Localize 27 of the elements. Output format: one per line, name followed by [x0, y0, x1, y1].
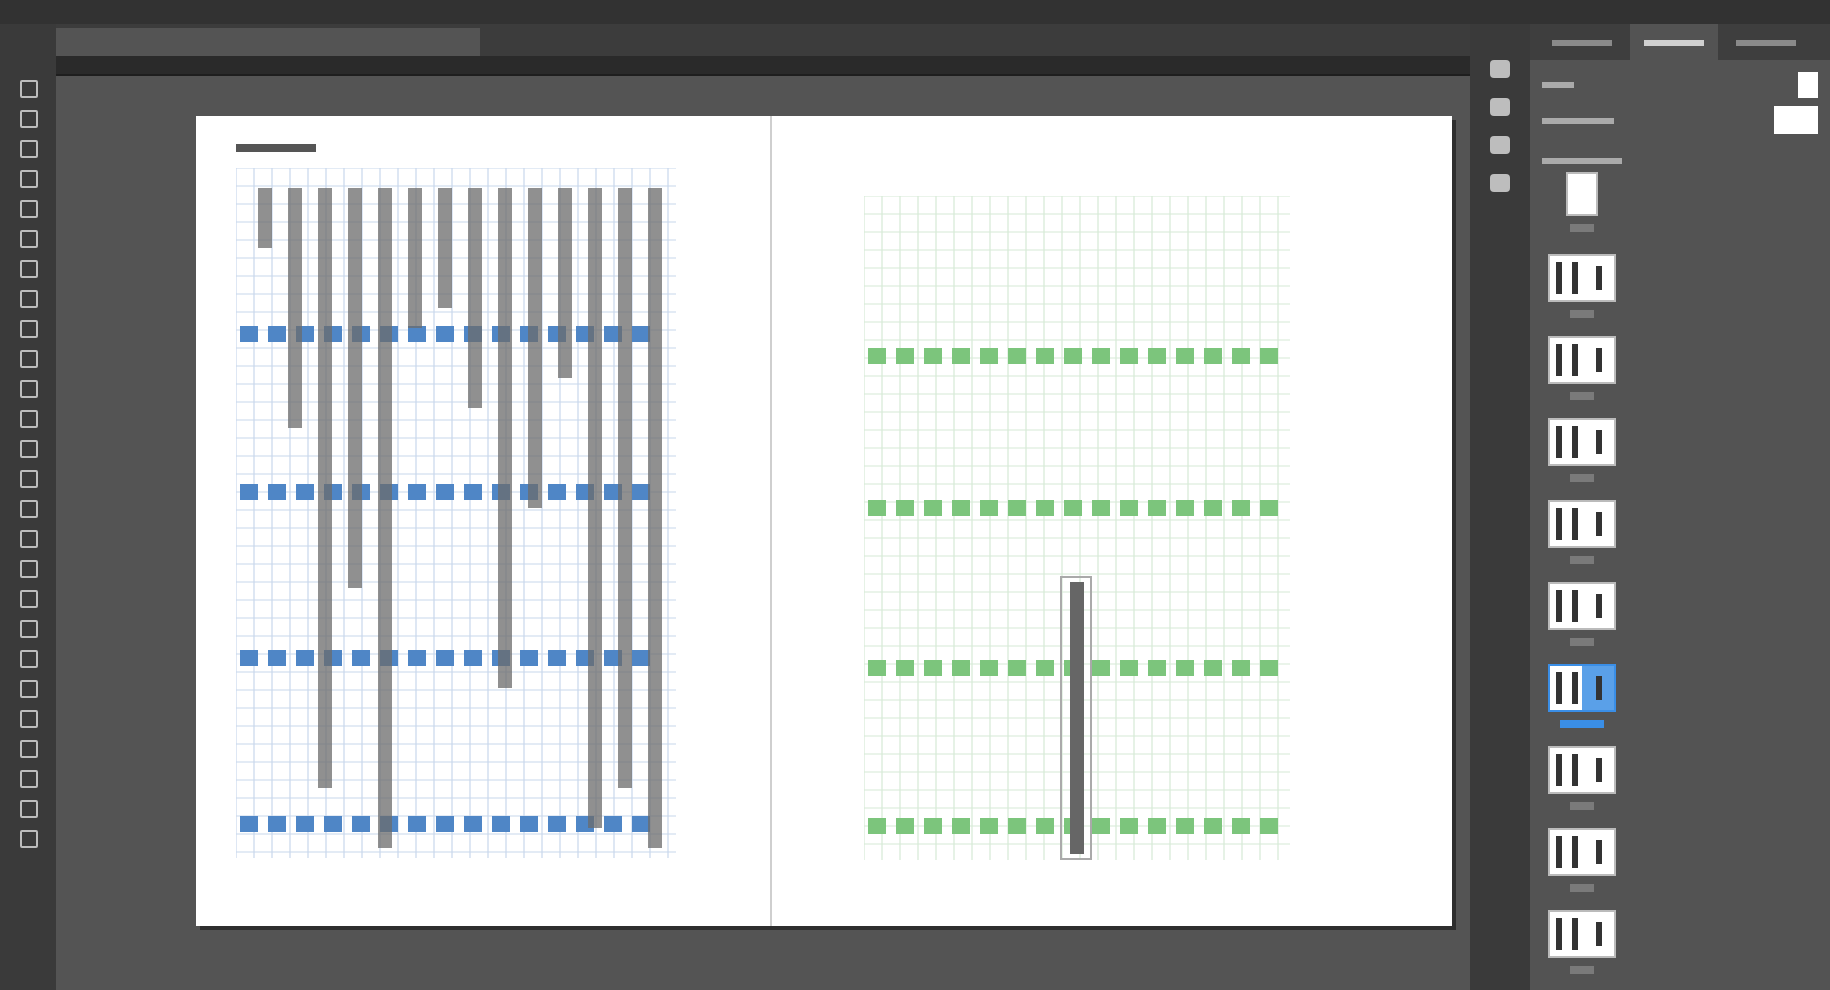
page-number-bar [1570, 474, 1594, 482]
spread-thumbnail[interactable] [1548, 500, 1616, 548]
spread-thumbnail[interactable] [1548, 910, 1616, 958]
page-number-bar [1570, 310, 1594, 318]
page-number-bar [1570, 884, 1594, 892]
master-swatch[interactable] [1798, 72, 1818, 98]
master-swatch[interactable] [1774, 106, 1818, 134]
page-number-bar [1570, 224, 1594, 232]
page-number-bar [1560, 720, 1604, 728]
page-number-bar [1570, 556, 1594, 564]
spread-thumbnail[interactable] [1548, 582, 1616, 630]
page-number-bar [1570, 392, 1594, 400]
panel-row-label-drawing [1542, 82, 1574, 88]
spread-thumbnail[interactable] [1548, 828, 1616, 876]
spread-thumbnail[interactable] [1548, 254, 1616, 302]
page-number-bar [1570, 802, 1594, 810]
spread-thumbnail[interactable] [1548, 664, 1616, 712]
page-number-bar [1570, 638, 1594, 646]
running-head-drawing [236, 144, 316, 152]
page-number-bar [1570, 966, 1594, 974]
spread-thumbnail[interactable] [1548, 746, 1616, 794]
panel-tab[interactable] [1630, 24, 1718, 60]
page-thumbnail[interactable] [1566, 172, 1598, 216]
panel-row-label-drawing [1542, 117, 1614, 123]
spread-thumbnail[interactable] [1548, 336, 1616, 384]
spread-thumbnail[interactable] [1548, 418, 1616, 466]
section-label-drawing [1542, 158, 1622, 164]
